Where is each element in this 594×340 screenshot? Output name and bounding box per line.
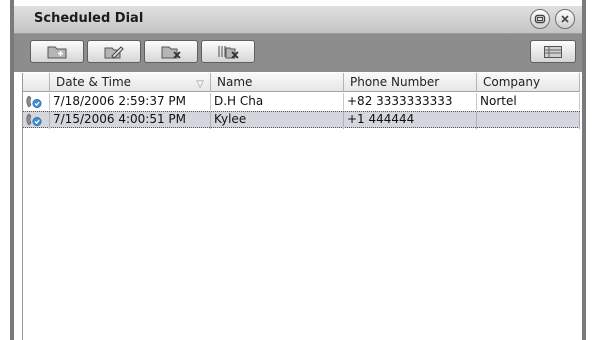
table-row-selected[interactable]: 7/15/2006 4:00:51 PM Kylee +1 444444 [23, 111, 580, 129]
column-header-date-time-label: Date & Time [56, 75, 132, 89]
date-time-cell: 7/18/2006 2:59:37 PM [50, 93, 211, 110]
date-time-cell: 7/15/2006 4:00:51 PM [50, 112, 211, 129]
columns-button[interactable] [530, 40, 576, 63]
company-cell [477, 112, 580, 129]
column-header-icon[interactable] [23, 73, 50, 92]
title-bar[interactable]: Scheduled Dial [14, 6, 582, 34]
column-list-icon [544, 45, 562, 58]
delete-schedule-button[interactable] [144, 40, 198, 63]
restore-icon [534, 14, 546, 24]
scheduled-call-icon [26, 95, 42, 108]
restore-button[interactable] [530, 9, 550, 29]
add-schedule-button[interactable] [30, 40, 84, 63]
add-folder-icon [47, 46, 67, 58]
name-cell: D.H Cha [211, 93, 344, 110]
delete-all-button[interactable] [201, 40, 255, 63]
edit-pencil-icon [104, 45, 124, 59]
edit-schedule-button[interactable] [87, 40, 141, 63]
scheduled-dial-list[interactable]: Date & Time ▽ Name Phone Number Company … [22, 73, 580, 340]
scheduled-dial-window: Scheduled Dial Date & Time ▽ Name Phone … [0, 0, 594, 340]
phone-number-cell: +1 444444 [344, 112, 477, 129]
sort-descending-icon: ▽ [196, 79, 204, 90]
window-title: Scheduled Dial [34, 11, 144, 26]
close-button[interactable] [555, 9, 575, 29]
toolbar [14, 34, 582, 72]
name-cell: Kylee [211, 112, 344, 129]
column-header-date-time[interactable]: Date & Time ▽ [50, 73, 211, 92]
row-icon-cell [23, 112, 50, 129]
window-right-border [582, 0, 586, 340]
column-header-phone-number[interactable]: Phone Number [344, 73, 477, 92]
column-header-company[interactable]: Company [477, 73, 580, 92]
column-header-name[interactable]: Name [211, 73, 344, 92]
delete-x-icon [161, 46, 181, 59]
company-cell: Nortel [477, 93, 580, 110]
scheduled-call-icon [26, 113, 42, 126]
close-icon [561, 15, 569, 23]
delete-all-icon [218, 45, 239, 59]
phone-number-cell: +82 3333333333 [344, 93, 477, 110]
table-row[interactable]: 7/18/2006 2:59:37 PM D.H Cha +82 3333333… [23, 93, 580, 110]
row-icon-cell [23, 93, 50, 110]
